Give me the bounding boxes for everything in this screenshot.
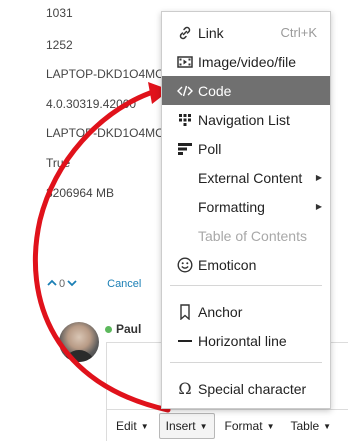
property-value: LAPTOP-DKD1O4MC	[46, 67, 164, 81]
insert-menu-button[interactable]: Insert ▼	[158, 413, 215, 439]
menu-item-label: Link	[198, 24, 224, 41]
menu-item-label: Special character	[198, 380, 307, 397]
online-status-icon	[105, 326, 112, 333]
submenu-arrow-icon: ▶	[315, 202, 322, 211]
property-value: 1031	[46, 6, 73, 20]
menu-item-label: Navigation List	[198, 111, 290, 128]
menu-item-link[interactable]: Link Ctrl+K	[162, 18, 330, 47]
table-menu-label: Table	[290, 419, 320, 433]
upvote-icon[interactable]	[47, 279, 57, 290]
menu-item-formatting[interactable]: Formatting ▶	[162, 192, 330, 221]
property-value: 4.0.30319.42000	[46, 97, 137, 111]
menu-separator	[170, 285, 322, 286]
property-value: 3206964 MB	[46, 186, 115, 200]
omega-icon: Ω	[178, 379, 192, 398]
menu-item-table-of-contents: Table of Contents	[162, 221, 330, 250]
insert-menu: Link Ctrl+K Image/video/file Code Naviga…	[161, 11, 331, 409]
table-menu-button[interactable]: Table ▼	[284, 414, 337, 438]
avatar	[59, 322, 99, 362]
menu-item-special-character[interactable]: Ω Special character	[162, 374, 330, 403]
shortcut-hint: Ctrl+K	[280, 25, 317, 40]
menu-item-external-content[interactable]: External Content ▶	[162, 163, 330, 192]
menu-item-label: Image/video/file	[198, 53, 297, 70]
submenu-arrow-icon: ▶	[315, 173, 322, 182]
format-menu-label: Format	[224, 419, 263, 433]
code-icon	[175, 85, 195, 97]
link-icon	[175, 25, 195, 41]
caret-down-icon: ▼	[199, 421, 208, 431]
caret-down-icon: ▼	[266, 421, 275, 431]
edit-menu-label: Edit	[116, 419, 137, 433]
menu-item-label: Formatting	[198, 198, 265, 215]
horizontal-line-icon	[175, 338, 195, 344]
menu-item-anchor[interactable]: Anchor	[162, 297, 330, 326]
vote-count: 0	[59, 278, 66, 290]
menu-item-label: Anchor	[198, 303, 243, 320]
downvote-icon[interactable]	[67, 279, 77, 290]
menu-item-label: Poll	[198, 140, 222, 157]
menu-separator	[170, 362, 322, 363]
media-icon	[175, 55, 195, 69]
menu-item-code[interactable]: Code	[162, 76, 330, 105]
bookmark-icon	[175, 303, 195, 320]
editor-toolbar: Edit ▼ Insert ▼ Format ▼ Table ▼	[106, 409, 348, 441]
menu-item-label: External Content	[198, 169, 303, 186]
menu-item-horizontal-line[interactable]: Horizontal line	[162, 326, 330, 355]
menu-item-label: Code	[198, 82, 232, 99]
insert-menu-label: Insert	[165, 419, 196, 433]
menu-item-emoticon[interactable]: Emoticon	[162, 250, 330, 279]
format-menu-button[interactable]: Format ▼	[219, 414, 281, 438]
post-actions: 0 Cancel M	[47, 278, 173, 290]
menu-item-media[interactable]: Image/video/file	[162, 47, 330, 76]
property-value: 1252	[46, 38, 73, 52]
emoticon-icon	[175, 256, 195, 273]
caret-down-icon: ▼	[323, 421, 332, 431]
cancel-link[interactable]: Cancel	[107, 278, 141, 290]
property-value: LAPTOP-DKD1O4MC	[46, 126, 164, 140]
property-value: True	[46, 156, 71, 170]
menu-item-label: Horizontal line	[198, 332, 287, 349]
menu-item-label: Table of Contents	[198, 227, 307, 244]
caret-down-icon: ▼	[140, 421, 149, 431]
menu-item-navigation-list[interactable]: Navigation List	[162, 105, 330, 134]
navigation-list-icon	[175, 113, 195, 127]
menu-item-label: Emoticon	[198, 256, 257, 273]
edit-menu-button[interactable]: Edit ▼	[110, 414, 155, 438]
page: 1031 1252 LAPTOP-DKD1O4MC 4.0.30319.4200…	[0, 0, 348, 441]
comment-author: Paul	[116, 322, 142, 336]
poll-icon	[175, 142, 195, 156]
menu-item-poll[interactable]: Poll	[162, 134, 330, 163]
